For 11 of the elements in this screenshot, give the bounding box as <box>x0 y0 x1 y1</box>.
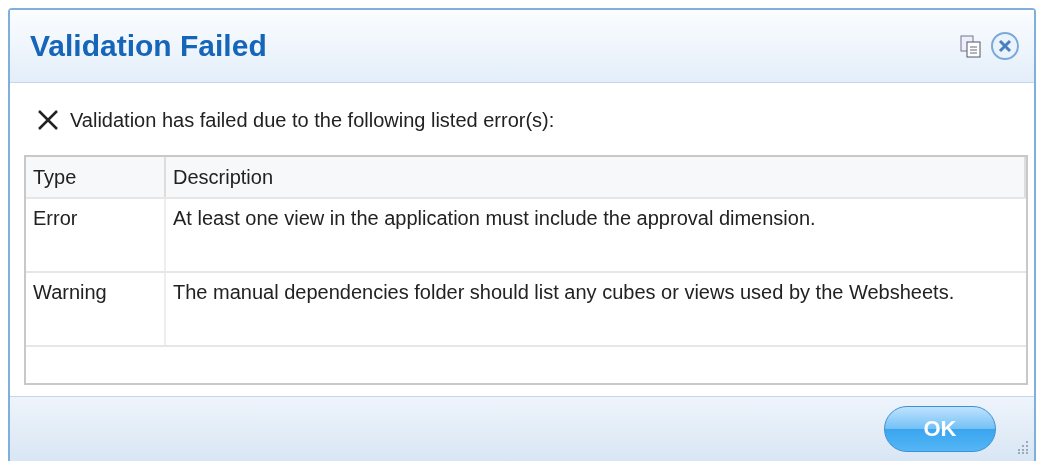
column-header[interactable]: Type <box>26 157 166 197</box>
column-header[interactable]: Description <box>166 157 1026 197</box>
table-cell: Error <box>26 199 166 271</box>
window-title: Validation Failed <box>30 29 268 63</box>
copy-icon[interactable] <box>958 33 984 59</box>
table-cell: Warning <box>26 273 166 345</box>
close-icon[interactable] <box>990 31 1020 61</box>
error-x-icon <box>36 108 60 132</box>
table-cell-text: The manual dependencies folder should list any cubes or views used by the Websheets. <box>172 280 956 305</box>
table-cell-text: At least one view in the application must include the approval dimension. <box>172 206 817 231</box>
error-message: Validation has failed due to the following listed error(s): <box>70 108 555 132</box>
